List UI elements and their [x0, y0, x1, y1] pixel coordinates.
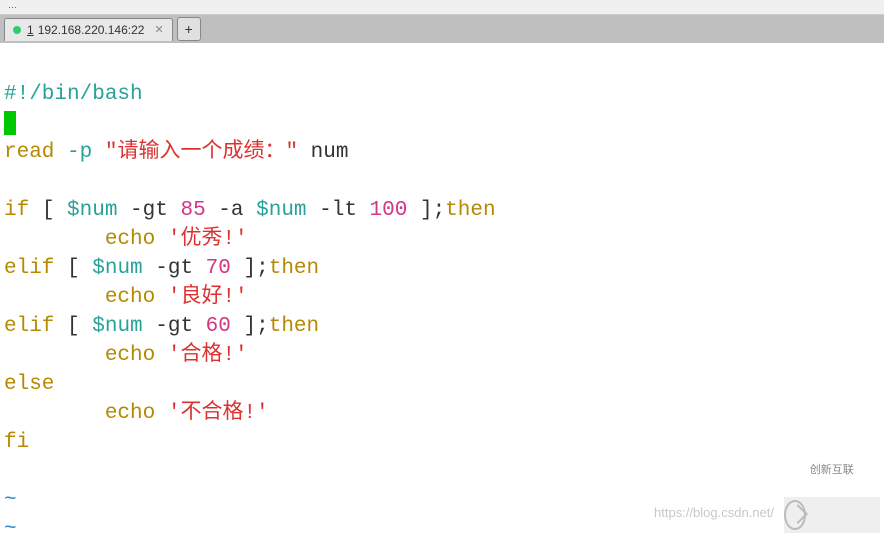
terminal-editor[interactable]: #!/bin/bash read -p "请输入一个成绩：" num if [ … [0, 43, 884, 537]
code-then: then [269, 315, 319, 338]
code-prompt-string: "请输入一个成绩：" [105, 141, 298, 164]
code-var: $num [256, 199, 306, 222]
close-icon[interactable]: ✕ [154, 23, 163, 36]
code-str: '不合格!' [168, 402, 269, 425]
code-bracket: [ [67, 315, 92, 338]
tab-index: 1 [27, 23, 34, 37]
watermark-brand-cn: 创新互联 [810, 457, 880, 486]
code-str: '优秀!' [168, 228, 248, 251]
code-then: then [269, 257, 319, 280]
tab-bar: 1 192.168.220.146:22 ✕ + [0, 15, 884, 43]
watermark-url: https://blog.csdn.net/ [654, 498, 774, 527]
code-str: '良好!' [168, 286, 248, 309]
status-dot-icon [13, 26, 21, 34]
code-bracket: ] [231, 257, 256, 280]
code-and: -a [206, 199, 256, 222]
cursor-block-icon [4, 111, 16, 135]
code-bracket: [ [67, 257, 92, 280]
logo-mark-icon [784, 500, 806, 530]
plus-icon: + [185, 21, 193, 37]
code-semi: ; [256, 315, 269, 338]
code-num: 60 [206, 315, 231, 338]
code-semi: ; [433, 199, 446, 222]
code-elif: elif [4, 315, 67, 338]
new-tab-button[interactable]: + [177, 17, 201, 41]
code-then: then [445, 199, 495, 222]
code-bracket: ] [231, 315, 256, 338]
code-else: else [4, 373, 54, 396]
watermark-logo: 创新互联 CHUANG XIN HU LIAN [784, 497, 880, 533]
code-indent [4, 402, 105, 425]
code-indent [4, 286, 105, 309]
code-if: if [4, 199, 42, 222]
code-echo: echo [105, 228, 168, 251]
code-bracket: [ [42, 199, 67, 222]
code-flag: -p [67, 141, 92, 164]
code-num: 85 [180, 199, 205, 222]
code-op: -gt [143, 257, 206, 280]
code-indent [4, 228, 105, 251]
code-num: 100 [370, 199, 408, 222]
code-str: '合格!' [168, 344, 248, 367]
code-echo: echo [105, 402, 168, 425]
code-var: $num [92, 315, 142, 338]
code-semi: ; [256, 257, 269, 280]
code-var-name: num [298, 141, 348, 164]
code-read: read [4, 141, 54, 164]
code-echo: echo [105, 286, 168, 309]
code-fi: fi [4, 431, 29, 454]
code-num: 70 [206, 257, 231, 280]
code-op: -gt [143, 315, 206, 338]
code-shebang: #!/bin/bash [4, 83, 143, 106]
code-op: -gt [117, 199, 180, 222]
vim-tilde: ~ [4, 489, 17, 512]
vim-tilde: ~ [4, 518, 17, 538]
code-elif: elif [4, 257, 67, 280]
tab-host-label: 192.168.220.146:22 [38, 23, 145, 37]
window-title: … [8, 0, 17, 10]
code-op: -lt [307, 199, 370, 222]
code-bracket: ] [407, 199, 432, 222]
code-var: $num [92, 257, 142, 280]
code-echo: echo [105, 344, 168, 367]
code-indent [4, 344, 105, 367]
code-var: $num [67, 199, 117, 222]
window-titlebar: … [0, 0, 884, 15]
tab-active-ssh[interactable]: 1 192.168.220.146:22 ✕ [4, 18, 173, 41]
